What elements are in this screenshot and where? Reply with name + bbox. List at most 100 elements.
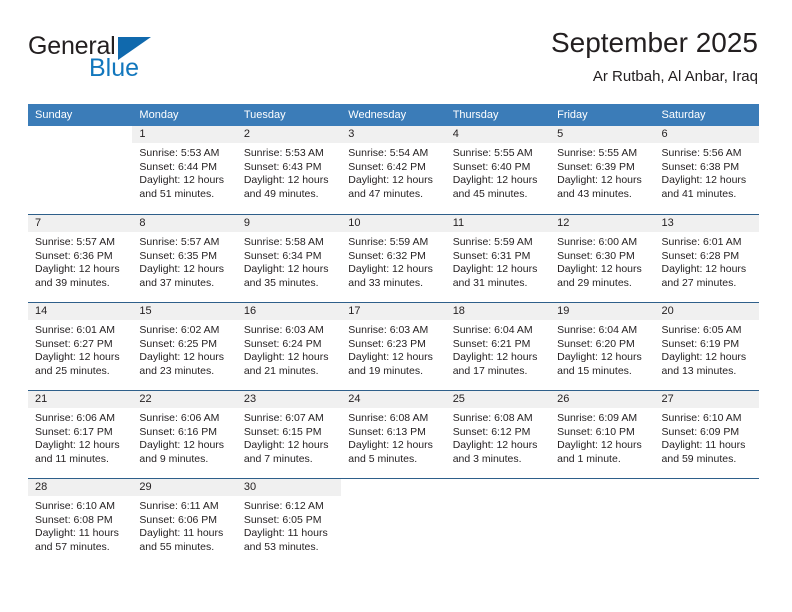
day-number: 29 xyxy=(132,479,237,496)
sunset-text: Sunset: 6:44 PM xyxy=(139,160,218,173)
calendar-week-row: 28 Sunrise: 6:10 AM Sunset: 6:08 PM Dayligh… xyxy=(28,478,759,566)
title-block: September 2025 Ar Rutbah, Al Anbar, Iraq xyxy=(551,26,758,88)
sunrise-text: Sunrise: 6:06 AM xyxy=(35,412,115,424)
day-number: 8 xyxy=(132,215,237,232)
sunrise-text: Sunrise: 5:55 AM xyxy=(452,147,533,159)
calendar-day-cell[interactable]: 26 Sunrise: 6:09 AM Sunset: 6:10 PM Dayligh… xyxy=(550,391,655,478)
calendar-day-cell[interactable]: 9 Sunrise: 5:58 AM Sunset: 6:34 PM Daylight… xyxy=(236,215,342,302)
calendar-day-cell[interactable]: 20 Sunrise: 6:05 AM Sunset: 6:19 PM Dayligh… xyxy=(654,303,759,390)
calendar-day-cell[interactable]: 19 Sunrise: 6:04 AM Sunset: 6:20 PM Dayligh… xyxy=(550,303,655,390)
calendar-day-cell[interactable]: 7 Sunrise: 5:57 AM Sunset: 6:36 PM Daylight… xyxy=(28,215,133,302)
sunrise-text: Sunrise: 6:01 AM xyxy=(661,236,742,248)
calendar-day-cell[interactable]: 30 Sunrise: 6:12 AM Sunset: 6:05 PM Dayligh… xyxy=(236,479,342,566)
daylight-text-line1: Daylight: 11 hours xyxy=(35,527,119,540)
calendar-day-cell[interactable]: 1 Sunrise: 5:53 AM Sunset: 6:44 PM Daylight… xyxy=(132,126,237,214)
daylight-text-line1: Daylight: 12 hours xyxy=(557,439,642,452)
sunset-text: Sunset: 6:27 PM xyxy=(35,337,113,350)
day-number: 17 xyxy=(341,303,446,320)
sunset-text: Sunset: 6:16 PM xyxy=(139,425,218,438)
sunrise-text: Sunrise: 6:07 AM xyxy=(243,412,324,424)
weekday-header-monday: Monday xyxy=(139,109,179,121)
day-number: 3 xyxy=(341,126,446,143)
page-header: General Blue September 2025 Ar Rutbah, A… xyxy=(28,26,758,96)
sunset-text: Sunset: 6:15 PM xyxy=(243,425,322,438)
sunrise-text: Sunrise: 5:56 AM xyxy=(661,147,742,159)
calendar-day-cell[interactable]: 12 Sunrise: 6:00 AM Sunset: 6:30 PM Dayligh… xyxy=(550,215,655,302)
sunrise-text: Sunrise: 5:59 AM xyxy=(452,236,533,248)
daylight-text-line2: and 3 minutes. xyxy=(452,452,522,465)
day-details: Sunrise: 6:03 AM Sunset: 6:23 PM Daylight:… xyxy=(341,320,445,378)
daylight-text-line2: and 29 minutes. xyxy=(557,276,632,289)
daylight-text-line2: and 17 minutes. xyxy=(452,364,528,377)
calendar-day-cell[interactable]: 27 Sunrise: 6:10 AM Sunset: 6:09 PM Dayligh… xyxy=(654,391,759,478)
weekday-header-row: Sunday Monday Tuesday Wednesday Thursday Frid… xyxy=(28,104,759,126)
day-number xyxy=(341,479,446,496)
daylight-text-line1: Daylight: 12 hours xyxy=(35,351,120,364)
calendar-day-cell[interactable]: 3 Sunrise: 5:54 AM Sunset: 6:42 PM Daylight… xyxy=(341,126,446,214)
day-number xyxy=(445,479,551,496)
sunset-text: Sunset: 6:10 PM xyxy=(557,425,635,438)
calendar-week-row: 1 Sunrise: 5:53 AM Sunset: 6:44 PM Daylight… xyxy=(28,126,759,214)
calendar-day-cell[interactable]: 16 Sunrise: 6:03 AM Sunset: 6:24 PM Dayligh… xyxy=(236,303,342,390)
calendar-day-cell-empty xyxy=(341,479,446,566)
calendar-day-cell-empty xyxy=(654,479,759,566)
calendar-day-cell[interactable]: 29 Sunrise: 6:11 AM Sunset: 6:06 PM Dayligh… xyxy=(132,479,237,566)
daylight-text-line2: and 23 minutes. xyxy=(139,364,215,377)
sunrise-text: Sunrise: 5:58 AM xyxy=(243,236,324,248)
day-details: Sunrise: 5:53 AM Sunset: 6:44 PM Daylight:… xyxy=(132,143,236,201)
sunset-text: Sunset: 6:13 PM xyxy=(348,425,426,438)
calendar-day-cell[interactable]: 6 Sunrise: 5:56 AM Sunset: 6:38 PM Daylight… xyxy=(654,126,759,214)
day-number: 12 xyxy=(550,215,655,232)
sunrise-text: Sunrise: 5:53 AM xyxy=(243,147,324,159)
calendar-day-cell[interactable]: 11 Sunrise: 5:59 AM Sunset: 6:31 PM Dayligh… xyxy=(445,215,551,302)
calendar-day-cell[interactable]: 5 Sunrise: 5:55 AM Sunset: 6:39 PM Daylight… xyxy=(550,126,655,214)
calendar-day-cell[interactable]: 17 Sunrise: 6:03 AM Sunset: 6:23 PM Dayligh… xyxy=(341,303,446,390)
day-details: Sunrise: 6:00 AM Sunset: 6:30 PM Daylight:… xyxy=(550,232,654,290)
day-details: Sunrise: 6:10 AM Sunset: 6:08 PM Daylight:… xyxy=(28,496,132,554)
calendar-day-cell[interactable]: 8 Sunrise: 5:57 AM Sunset: 6:35 PM Daylight… xyxy=(132,215,237,302)
day-details: Sunrise: 6:08 AM Sunset: 6:13 PM Daylight:… xyxy=(341,408,445,466)
calendar-page: General Blue September 2025 Ar Rutbah, A… xyxy=(0,0,792,612)
sunrise-text: Sunrise: 5:57 AM xyxy=(35,236,115,248)
weekday-header-wednesday: Wednesday xyxy=(348,109,407,121)
calendar-day-cell[interactable]: 18 Sunrise: 6:04 AM Sunset: 6:21 PM Dayligh… xyxy=(445,303,551,390)
day-number: 7 xyxy=(28,215,133,232)
daylight-text-line1: Daylight: 12 hours xyxy=(35,439,120,452)
day-number xyxy=(28,126,133,143)
daylight-text-line1: Daylight: 11 hours xyxy=(139,527,224,540)
daylight-text-line2: and 35 minutes. xyxy=(243,276,319,289)
daylight-text-line1: Daylight: 11 hours xyxy=(243,527,328,540)
page-title: September 2025 xyxy=(550,27,758,58)
calendar-day-cell[interactable]: 10 Sunrise: 5:59 AM Sunset: 6:32 PM Dayligh… xyxy=(341,215,446,302)
day-number: 6 xyxy=(654,126,759,143)
day-details xyxy=(341,496,445,500)
day-number: 15 xyxy=(132,303,237,320)
daylight-text-line1: Daylight: 12 hours xyxy=(243,351,329,364)
sunset-text: Sunset: 6:43 PM xyxy=(243,160,322,173)
sunset-text: Sunset: 6:31 PM xyxy=(452,249,531,262)
calendar-day-cell[interactable]: 22 Sunrise: 6:06 AM Sunset: 6:16 PM Dayligh… xyxy=(132,391,237,478)
calendar-grid: Sunday Monday Tuesday Wednesday Thursday Frid… xyxy=(28,104,759,566)
day-number: 27 xyxy=(654,391,759,408)
calendar-day-cell[interactable]: 2 Sunrise: 5:53 AM Sunset: 6:43 PM Daylight… xyxy=(236,126,342,214)
calendar-day-cell[interactable]: 28 Sunrise: 6:10 AM Sunset: 6:08 PM Dayligh… xyxy=(28,479,133,566)
calendar-day-cell[interactable]: 24 Sunrise: 6:08 AM Sunset: 6:13 PM Dayligh… xyxy=(341,391,446,478)
calendar-day-cell[interactable]: 25 Sunrise: 6:08 AM Sunset: 6:12 PM Dayligh… xyxy=(445,391,551,478)
calendar-day-cell[interactable]: 4 Sunrise: 5:55 AM Sunset: 6:40 PM Daylight… xyxy=(445,126,551,214)
day-number xyxy=(550,479,655,496)
daylight-text-line1: Daylight: 12 hours xyxy=(139,263,225,276)
daylight-text-line1: Daylight: 11 hours xyxy=(661,439,746,452)
calendar-day-cell[interactable]: 13 Sunrise: 6:01 AM Sunset: 6:28 PM Dayligh… xyxy=(654,215,759,302)
sunset-text: Sunset: 6:42 PM xyxy=(348,160,426,173)
calendar-day-cell[interactable]: 14 Sunrise: 6:01 AM Sunset: 6:27 PM Dayligh… xyxy=(28,303,133,390)
sunrise-text: Sunrise: 6:03 AM xyxy=(348,324,429,336)
logo-text-blue: Blue xyxy=(89,54,140,82)
calendar-day-cell[interactable]: 23 Sunrise: 6:07 AM Sunset: 6:15 PM Dayligh… xyxy=(236,391,342,478)
sunset-text: Sunset: 6:05 PM xyxy=(243,513,322,526)
day-number: 30 xyxy=(236,479,342,496)
calendar-day-cell[interactable]: 15 Sunrise: 6:02 AM Sunset: 6:25 PM Dayligh… xyxy=(132,303,237,390)
calendar-day-cell[interactable]: 21 Sunrise: 6:06 AM Sunset: 6:17 PM Dayligh… xyxy=(28,391,133,478)
sunrise-text: Sunrise: 6:00 AM xyxy=(557,236,638,248)
daylight-text-line1: Daylight: 12 hours xyxy=(348,439,433,452)
day-details: Sunrise: 5:58 AM Sunset: 6:34 PM Daylight:… xyxy=(237,232,341,290)
